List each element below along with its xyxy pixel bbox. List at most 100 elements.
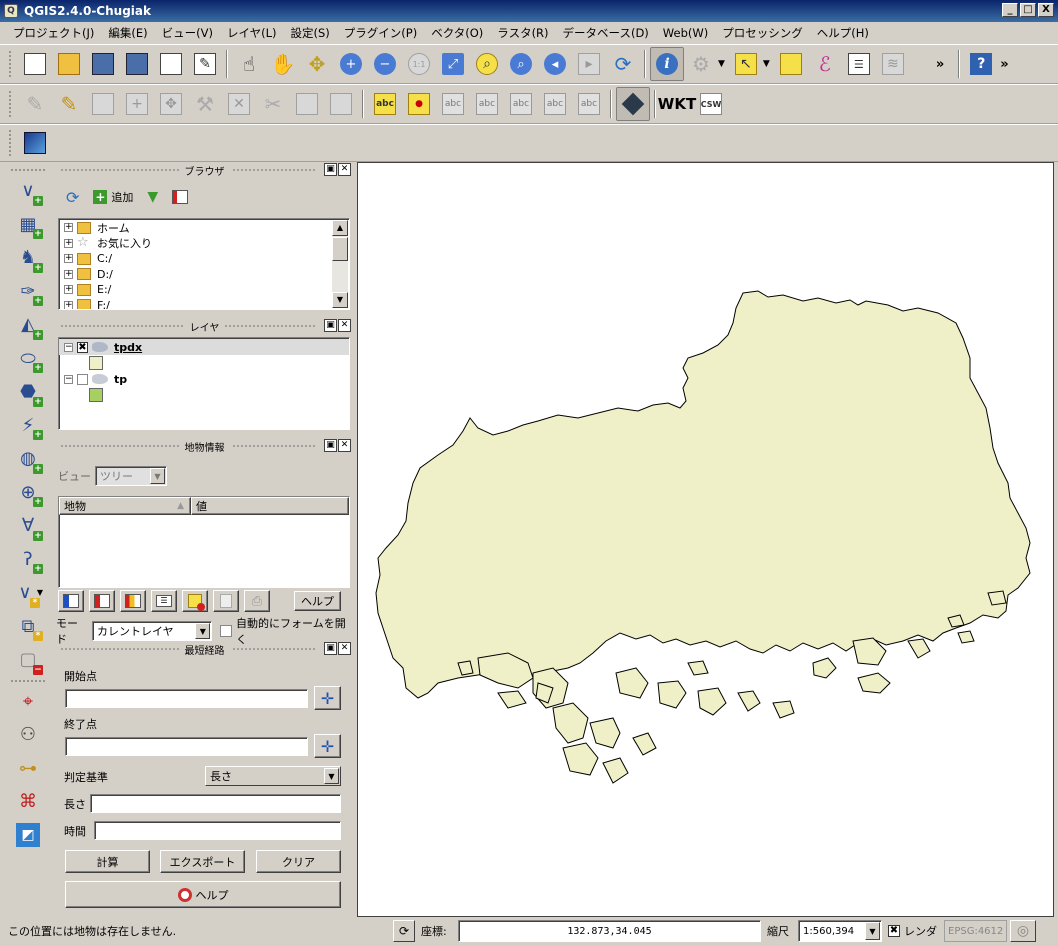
deselect-all-button[interactable] (774, 47, 808, 81)
copy-results-button[interactable] (213, 590, 239, 612)
menu-vector[interactable]: ベクタ(O) (424, 25, 490, 41)
close-panel-button[interactable]: ✕ (338, 319, 351, 332)
add-wcs-layer-button[interactable]: ◍ + (0, 442, 56, 476)
save-project-button[interactable] (86, 47, 120, 81)
zoom-actual-size-button[interactable]: 1:1 (402, 47, 436, 81)
zoom-to-layer-button[interactable]: ⌕ (504, 47, 538, 81)
add-vector-layer-button[interactable]: ∨ + (0, 174, 56, 208)
coordinate-display[interactable]: 132.873,34.045 (458, 920, 761, 942)
refresh-icon[interactable]: ⟳ (66, 188, 79, 207)
delete-selected-button[interactable]: ✕ (222, 87, 256, 121)
layer-row-tp[interactable]: − tp (59, 371, 349, 387)
pin-labels-button[interactable]: ● (402, 87, 436, 121)
menu-layer[interactable]: レイヤ(L) (220, 25, 284, 41)
layer-labeling-button[interactable]: abc (368, 87, 402, 121)
browser-scrollbar[interactable]: ▲ ▼ (332, 220, 348, 308)
expand-icon[interactable]: + (64, 254, 73, 264)
remove-layer-button[interactable]: ▢ − (0, 643, 56, 677)
filter-icon[interactable]: ▼ (147, 189, 158, 205)
quickwkt-button[interactable]: WKT (658, 87, 696, 121)
add-gpx-layer-button[interactable]: ʔ + (0, 543, 56, 577)
calculate-button[interactable]: 計算 (65, 850, 150, 873)
menu-edit[interactable]: 編集(E) (101, 25, 154, 41)
pan-map-button[interactable]: ✋ (266, 47, 300, 81)
zoom-full-button[interactable]: ⤢ (436, 47, 470, 81)
dropdown-arrow-icon[interactable]: ▼ (763, 59, 770, 69)
scroll-up-icon[interactable]: ▲ (332, 220, 348, 236)
label-properties-button[interactable]: abc (572, 87, 606, 121)
pan-to-selection-button[interactable]: ✥ (300, 47, 334, 81)
open-attribute-table-button[interactable]: ☰ (842, 47, 876, 81)
zoom-last-button[interactable]: ◂ (538, 47, 572, 81)
new-project-button[interactable] (18, 47, 52, 81)
menu-view[interactable]: ビュー(V) (155, 25, 220, 41)
composer-manager-button[interactable]: ✎ (188, 47, 222, 81)
print-results-button[interactable]: ⎙ (244, 590, 270, 612)
coordinate-toggle-button[interactable]: ⟳ (393, 920, 415, 942)
browser-item-favourites[interactable]: + ☆ お気に入り (59, 236, 349, 252)
zoom-in-button[interactable]: + (334, 47, 368, 81)
toolbar-grip[interactable] (10, 678, 46, 683)
expand-icon[interactable]: + (64, 223, 73, 233)
show-hide-labels-button[interactable]: abc (436, 87, 470, 121)
render-toggle[interactable]: ✖ レンダ (888, 920, 937, 942)
properties-icon[interactable] (172, 190, 189, 204)
measure-button[interactable]: ≋ (876, 47, 910, 81)
cut-features-button[interactable]: ✂ (256, 87, 290, 121)
road-graph-button[interactable]: ⚇ (0, 718, 56, 752)
close-panel-button[interactable]: ✕ (338, 439, 351, 452)
float-panel-button[interactable]: ▣ (324, 642, 337, 655)
coordinate-capture-button[interactable]: ⌖ (0, 685, 56, 719)
collapse-icon[interactable]: − (64, 374, 73, 384)
mode-select[interactable]: カレントレイヤ ▼ (91, 621, 213, 641)
start-point-input[interactable] (65, 689, 308, 708)
collapse-icon[interactable]: − (64, 342, 73, 352)
add-mssql-layer-button[interactable]: ◭ + (0, 308, 56, 342)
scale-select[interactable]: 1:560,394 ▼ (798, 920, 882, 942)
add-postgis-layer-button[interactable]: ♞ + (0, 241, 56, 275)
capture-end-point-button[interactable]: ✛ (314, 734, 341, 758)
capture-start-point-button[interactable]: ✛ (314, 686, 341, 710)
georeferencer-button[interactable] (616, 87, 650, 121)
add-virtual-layer-button[interactable]: ⧉ * (0, 610, 56, 644)
float-panel-button[interactable]: ▣ (324, 319, 337, 332)
messages-button[interactable]: ◎ (1010, 920, 1036, 942)
export-button[interactable]: エクスポート (160, 850, 245, 873)
crs-status-button[interactable]: EPSG:4612 (944, 920, 1008, 942)
menu-web[interactable]: Web(W) (656, 26, 715, 40)
add-wfs-layer-button[interactable]: ⊕ + (0, 476, 56, 510)
expand-icon[interactable]: + (64, 238, 73, 248)
add-oracle-layer-button[interactable]: ⬭ + (0, 342, 56, 376)
metasearch-csw-button[interactable]: CSW (694, 87, 728, 121)
menu-database[interactable]: データベース(D) (556, 25, 656, 41)
menu-help[interactable]: ヘルプ(H) (810, 25, 876, 41)
change-label-button[interactable]: abc (538, 87, 572, 121)
move-feature-button[interactable]: ✥ (154, 87, 188, 121)
zoom-to-selection-button[interactable]: ⌕ (470, 47, 504, 81)
menu-settings[interactable]: 設定(S) (284, 25, 337, 41)
collapse-all-button[interactable] (89, 590, 115, 612)
refresh-button[interactable]: ⟳ (606, 47, 640, 81)
expand-new-button[interactable] (120, 590, 146, 612)
close-panel-button[interactable]: ✕ (338, 642, 351, 655)
toolbar-overflow-button[interactable]: » (936, 57, 944, 72)
node-tool-button[interactable]: ⚒ (188, 87, 222, 121)
scroll-thumb[interactable] (332, 237, 348, 261)
toolbar-grip[interactable] (8, 129, 12, 157)
criterion-select[interactable]: 長さ ▼ (205, 766, 341, 786)
openlayers-plugin-button[interactable] (18, 126, 52, 160)
current-edits-button[interactable]: ✎ (18, 87, 52, 121)
clear-results-button[interactable] (182, 590, 208, 612)
identify-help-button[interactable]: ヘルプ (294, 591, 341, 611)
new-print-composer-button[interactable] (154, 47, 188, 81)
toggle-editing-button[interactable]: ✎ (52, 87, 86, 121)
browser-item-f-drive[interactable]: + F:/ (59, 298, 349, 309)
clear-button[interactable]: クリア (256, 850, 341, 873)
layer-visibility-checkbox[interactable] (77, 373, 88, 385)
browser-item-home[interactable]: + ホーム (59, 220, 349, 236)
add-feature-button[interactable]: + (120, 87, 154, 121)
toolbar-grip[interactable] (8, 90, 12, 118)
rotate-label-button[interactable]: abc (504, 87, 538, 121)
georeferencer-tool-button[interactable]: ◩ (0, 819, 56, 853)
dropdown-arrow-icon[interactable]: ▼ (718, 59, 725, 69)
